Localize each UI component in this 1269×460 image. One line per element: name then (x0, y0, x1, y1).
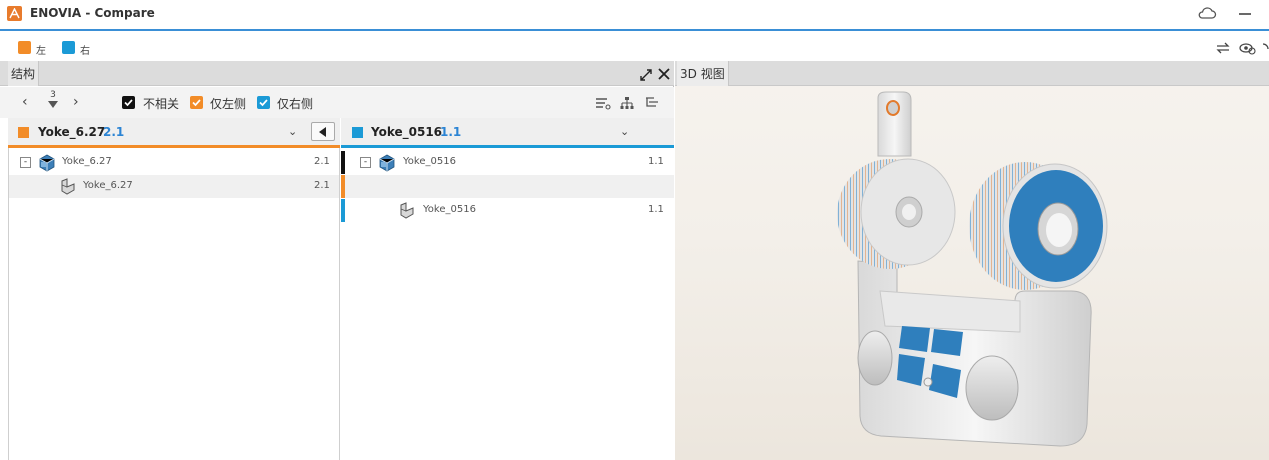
enovia-compare-app: ENOVIA - Compare 左 右 结构 ‹ 3 › 不相关 仅左侧 仅右… (0, 0, 1269, 460)
tree-row[interactable]: - Yoke_0516 1.1 (341, 151, 674, 174)
right-column-color-square (352, 127, 363, 138)
part-icon (397, 201, 417, 220)
left-column-revision: 2.1 (103, 125, 125, 139)
tree-item-revision: 2.1 (314, 156, 330, 167)
diff-marker-right-only (341, 199, 345, 222)
collapse-toggle-icon[interactable]: - (360, 157, 371, 168)
tree-row[interactable]: Yoke_6.27 2.1 (9, 175, 339, 198)
tree-item-name: Yoke_0516 (423, 204, 476, 215)
collapse-left-button[interactable] (311, 122, 335, 141)
tree-row[interactable]: - Yoke_6.27 2.1 (9, 151, 339, 174)
left-legend-label: 左 (36, 46, 46, 57)
assembly-icon (37, 153, 57, 172)
list-settings-icon[interactable] (595, 95, 611, 110)
expand-icon[interactable] (639, 67, 653, 81)
tree-item-name: Yoke_6.27 (83, 180, 133, 191)
tree-item-revision: 1.1 (648, 204, 664, 215)
legend-bar: 左 右 (0, 33, 1269, 60)
right-column-header: Yoke_0516 1.1 ⌄ (341, 118, 674, 146)
swap-sides-icon[interactable] (1215, 40, 1231, 54)
expand-level-control[interactable]: 3 (45, 90, 61, 108)
minimize-icon[interactable] (1235, 4, 1255, 22)
filter-unrelated-checkbox[interactable] (122, 96, 135, 109)
window-title: ENOVIA - Compare (30, 6, 155, 20)
filter-unrelated-label: 不相关 (143, 97, 180, 111)
right-column-dropdown-icon[interactable]: ⌄ (620, 125, 629, 138)
collapse-tree-icon[interactable] (644, 95, 660, 109)
3d-view-header: 3D 视图 (675, 61, 1269, 86)
tree-item-name: Yoke_6.27 (62, 156, 112, 167)
tree-item-revision: 1.1 (648, 156, 664, 167)
triangle-left-icon (319, 127, 326, 137)
title-bar: ENOVIA - Compare (0, 0, 1269, 31)
app-logo-icon (7, 6, 22, 21)
previous-level-button[interactable]: ‹ (22, 94, 28, 110)
filter-left-only-label: 仅左侧 (210, 97, 247, 111)
tree-item-name: Yoke_0516 (403, 156, 456, 167)
left-structure-tree: - Yoke_6.27 2.1 Yoke_6.27 2.1 (8, 148, 340, 460)
assembly-icon (377, 153, 397, 172)
filter-right-only-checkbox[interactable] (257, 96, 270, 109)
left-column-dropdown-icon[interactable]: ⌄ (288, 125, 297, 138)
3d-viewport[interactable] (675, 86, 1269, 460)
tree-structure-icon[interactable] (619, 95, 635, 109)
diff-marker-unrelated (341, 151, 345, 174)
tree-row[interactable]: Yoke_0516 1.1 (341, 199, 674, 222)
right-legend-label: 右 (80, 46, 90, 57)
tree-row-empty[interactable] (341, 175, 674, 198)
tab-3d-view[interactable]: 3D 视图 (677, 61, 729, 86)
close-icon[interactable] (657, 66, 671, 80)
right-column-revision: 1.1 (440, 125, 462, 139)
yoke-model-render[interactable] (675, 86, 1269, 460)
tree-item-revision: 2.1 (314, 180, 330, 191)
structure-panel-header: 结构 (0, 61, 674, 86)
filter-toolbar: ‹ 3 › 不相关 仅左侧 仅右侧 (0, 87, 674, 118)
part-icon (58, 177, 78, 196)
next-level-button[interactable]: › (73, 94, 79, 110)
right-column-name: Yoke_0516 (371, 125, 443, 139)
left-column-name: Yoke_6.27 (38, 125, 106, 139)
expand-level-value: 3 (50, 90, 56, 100)
3d-view-panel: 3D 视图 (675, 61, 1269, 460)
caret-down-icon (48, 101, 58, 108)
right-color-swatch (62, 41, 75, 54)
structure-panel: 结构 ‹ 3 › 不相关 仅左侧 仅右侧 Yoke_6.27 2.1 ⌄ Yok… (0, 61, 674, 460)
cloud-icon[interactable] (1197, 4, 1217, 22)
right-structure-tree: - Yoke_0516 1.1 Yoke_0516 1.1 (341, 148, 674, 460)
tab-structure[interactable]: 结构 (8, 61, 40, 86)
collapse-toggle-icon[interactable]: - (20, 157, 31, 168)
filter-right-only-label: 仅右侧 (277, 97, 314, 111)
left-color-swatch (18, 41, 31, 54)
visibility-settings-icon[interactable] (1239, 40, 1257, 55)
filter-left-only-checkbox[interactable] (190, 96, 203, 109)
left-column-color-square (18, 127, 29, 138)
refresh-icon[interactable] (1261, 40, 1269, 54)
diff-marker-left-only (341, 175, 345, 198)
left-column-header: Yoke_6.27 2.1 ⌄ (8, 118, 340, 146)
